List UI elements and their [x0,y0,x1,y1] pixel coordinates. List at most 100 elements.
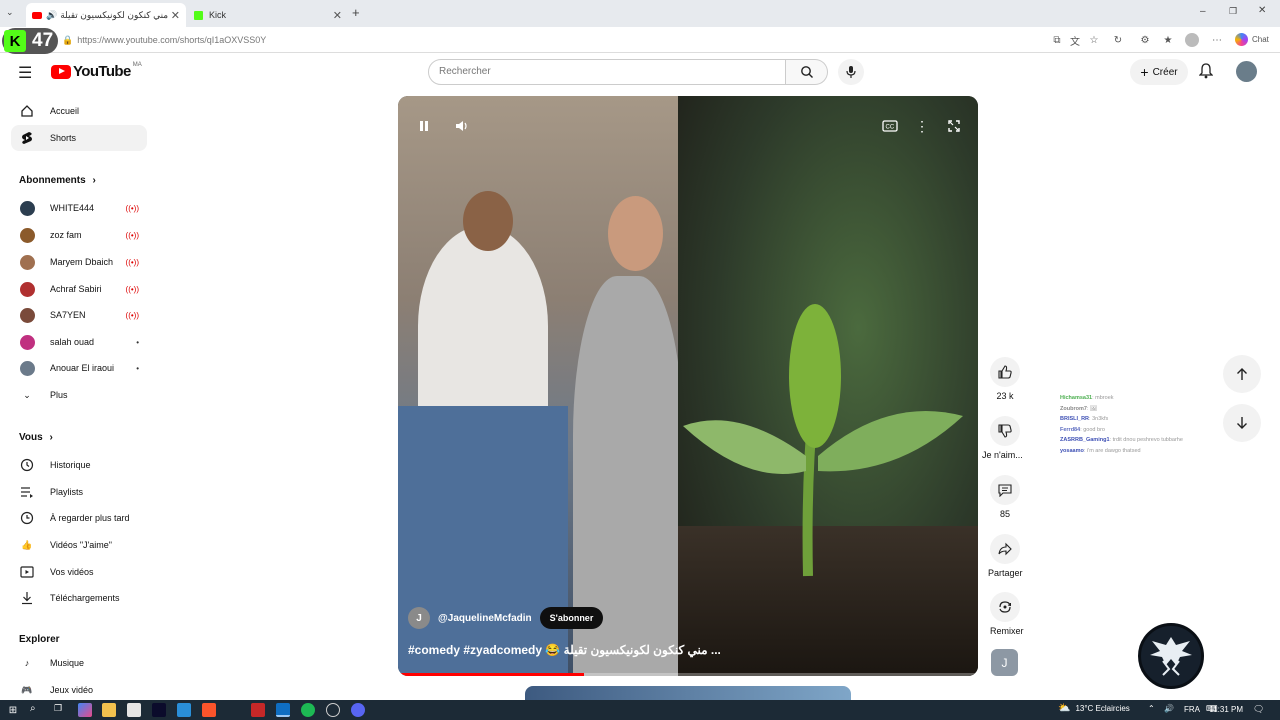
language-indicator[interactable]: FRA [1184,705,1200,714]
tab-kick[interactable]: Kick ✕ [188,3,348,27]
short-title[interactable]: #comedy #zyadcomedy 😂 مني كنكون لكونيكسي… [408,643,721,657]
tray-chevron-icon[interactable]: ⌃ [1148,704,1155,713]
subscription-item[interactable]: Maryem Dbaich ((•)) [11,249,147,275]
remix-button[interactable]: Remixer [990,592,1024,636]
shorts-video-player[interactable]: CC ⋮ J @JaquelineMcfadin S'abonner #come… [398,96,978,676]
arrow-up-icon [1237,368,1247,380]
menu-icon[interactable]: ☰ [18,63,32,83]
refresh-icon[interactable]: ↻ [1111,33,1125,47]
task-view-icon[interactable]: ❐ [54,703,68,717]
next-short-preview[interactable] [525,686,851,700]
channel-handle[interactable]: @JaquelineMcfadin [438,613,532,624]
weather-widget[interactable]: ⛅ 13°C Eclaircies [1058,703,1130,714]
next-short-button[interactable] [1223,404,1261,442]
extensions-icon[interactable]: ⚙ [1138,33,1152,47]
chat-message: Ferrd84: good bro [1060,426,1105,433]
volume-button[interactable] [450,114,474,138]
url-field[interactable]: 🔒 https://www.youtube.com/shorts/qI1aOXV… [62,32,1062,48]
spotify-icon[interactable] [301,703,315,717]
sidebar-item-label: Historique [50,460,91,470]
close-window-button[interactable]: ✕ [1258,5,1266,16]
app-icon[interactable] [152,703,166,717]
live-indicator-icon: ((•)) [125,310,139,320]
close-tab-icon[interactable]: ✕ [333,9,342,22]
sidebar-item-playlists[interactable]: Playlists [11,479,147,505]
subscription-item[interactable]: zoz fam ((•)) [11,222,147,248]
subscription-item[interactable]: SA7YEN ((•)) [11,302,147,328]
store-icon[interactable] [127,703,141,717]
subscribe-button[interactable]: S'abonner [539,607,604,629]
youtube-logo[interactable]: YouTube MA [51,62,142,80]
clock[interactable]: 11:31 PM [1209,705,1243,714]
account-avatar[interactable] [1236,61,1257,82]
new-content-dot-icon: • [136,363,139,373]
sidebar-item-home[interactable]: Accueil [11,98,147,124]
subscription-name: WHITE444 [50,203,95,213]
sidebar-item-history[interactable]: Historique [11,452,147,478]
more-icon[interactable]: ⋯ [1210,33,1224,47]
sidebar-item-music[interactable]: ♪ Musique [11,650,147,676]
copilot-button[interactable]: Chat [1235,33,1269,46]
gaming-icon: 🎮 [21,684,33,695]
sidebar-item-label: Vos vidéos [50,567,94,577]
tab-youtube[interactable]: 🔊 مني كنكون لكونيكسيون تقيلة 😂 ✕ [26,3,186,27]
speaker-icon[interactable]: 🔊 [46,10,57,21]
voice-search-button[interactable] [838,59,864,85]
translate-icon[interactable]: 文 [1068,33,1082,48]
you-heading[interactable]: Vous › [19,432,53,443]
discord-icon[interactable] [351,703,365,717]
notifications-bell-icon[interactable] [1198,63,1214,84]
create-button[interactable]: + Créer [1130,59,1188,85]
subscription-item[interactable]: WHITE444 ((•)) [11,195,147,221]
minimize-button[interactable]: – [1200,6,1206,17]
maximize-button[interactable]: ❐ [1229,6,1237,17]
search-icon[interactable]: ⌕ [30,703,44,717]
app-icon[interactable] [251,703,265,717]
pause-button[interactable] [412,114,436,138]
brave-icon[interactable] [202,703,216,717]
tab-list-chevron-icon[interactable]: ⌄ [6,7,14,18]
captions-button[interactable]: CC [878,114,902,138]
like-button[interactable]: 23 k [990,357,1020,401]
chat-text: 3n3kfs [1092,416,1109,422]
edge-icon[interactable] [276,703,290,717]
sound-source-avatar[interactable]: J [991,649,1018,676]
show-more-label: Plus [50,390,68,400]
copilot-app-icon[interactable] [78,703,92,717]
search-button[interactable] [786,59,828,85]
collections-icon[interactable]: ★ [1161,33,1175,47]
playlists-icon [19,485,35,499]
mail-icon[interactable] [177,703,191,717]
sidebar-item-liked-videos[interactable]: 👍 Vidéos "J'aime" [11,532,147,558]
chat-user: Hichamsa31 [1060,395,1093,401]
share-button[interactable]: Partager [988,534,1023,578]
video-progress-bar[interactable] [398,673,978,676]
notifications-icon[interactable]: 🗨 [1253,704,1264,715]
search-input[interactable]: Rechercher [428,59,786,85]
fullscreen-button[interactable] [942,114,966,138]
subscription-item[interactable]: Achraf Sabiri ((•)) [11,276,147,302]
profile-icon[interactable] [1185,33,1199,47]
apps-icon[interactable]: ⧉ [1050,33,1064,47]
obs-icon[interactable] [326,703,340,717]
windows-start-icon[interactable]: ⊞ [6,703,20,717]
sidebar-item-downloads[interactable]: Téléchargements [11,585,147,611]
new-tab-button[interactable]: + [352,5,360,20]
close-tab-icon[interactable]: ✕ [171,9,180,22]
previous-short-button[interactable] [1223,355,1261,393]
weather-icon: ⛅ [1058,703,1071,714]
show-more-button[interactable]: ⌄ Plus [11,382,147,408]
more-options-icon[interactable]: ⋮ [910,114,934,138]
sidebar-item-your-videos[interactable]: Vos vidéos [11,559,147,585]
speaker-tray-icon[interactable]: 🔊 [1164,704,1174,713]
subscription-item[interactable]: salah ouad • [11,329,147,355]
sidebar-item-watch-later[interactable]: À regarder plus tard [11,505,147,531]
dislike-button[interactable]: Je n'aim... [982,416,1023,460]
subscriptions-heading[interactable]: Abonnements › [19,175,96,186]
favorite-star-icon[interactable]: ☆ [1087,33,1101,47]
subscription-item[interactable]: Anouar El iraoui • [11,355,147,381]
channel-avatar[interactable]: J [408,607,430,629]
file-explorer-icon[interactable] [102,703,116,717]
comments-button[interactable]: 85 [990,475,1020,519]
sidebar-item-shorts[interactable]: Shorts [11,125,147,151]
